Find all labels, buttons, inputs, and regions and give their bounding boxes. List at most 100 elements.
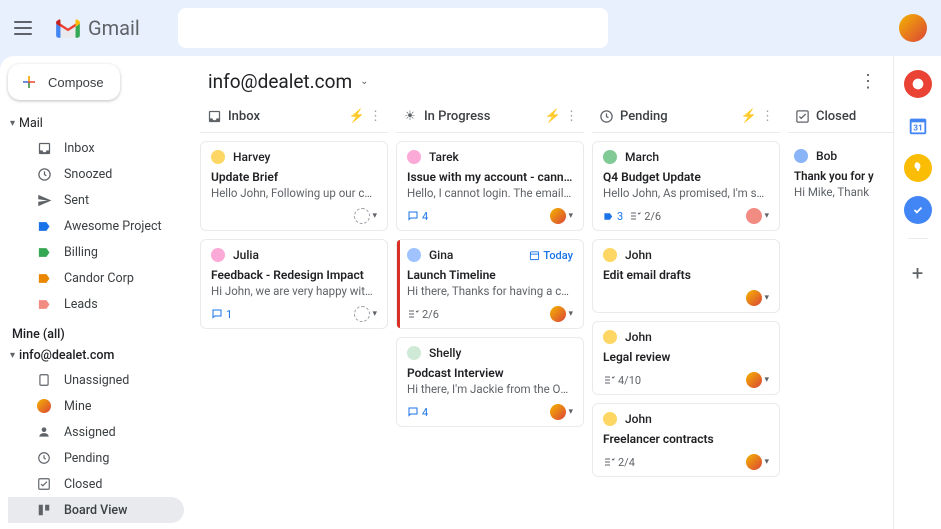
more-icon[interactable]: ⋮ bbox=[565, 109, 578, 124]
board-columns: Inbox ⚡ ⋮ Harvey Update Brief bbox=[192, 101, 893, 529]
card-john-freelancer[interactable]: John Freelancer contracts 2/4 ▾ bbox=[592, 403, 780, 477]
sender-avatar bbox=[407, 150, 421, 164]
column-closed: Closed Bob Thank you for y Hi Mike, Than… bbox=[788, 101, 893, 529]
gmail-logo-icon bbox=[54, 17, 82, 39]
user-icon bbox=[36, 424, 52, 440]
sender-avatar bbox=[407, 248, 421, 262]
card-john-legal[interactable]: John Legal review 4/10 ▾ bbox=[592, 321, 780, 395]
compose-button[interactable]: Compose bbox=[8, 64, 120, 100]
inbox-icon bbox=[36, 140, 52, 156]
chevron-down-icon[interactable]: ⌄ bbox=[360, 76, 368, 87]
check-icon bbox=[36, 476, 52, 492]
lightning-icon[interactable]: ⚡ bbox=[545, 109, 561, 124]
column-pending: Pending ⚡ ⋮ March Q4 Budget Update bbox=[592, 101, 780, 529]
label-icon bbox=[36, 218, 52, 234]
nav-item-snoozed[interactable]: Snoozed bbox=[8, 161, 184, 187]
nav-item-unassigned[interactable]: Unassigned bbox=[8, 367, 184, 393]
more-icon[interactable]: ⋮ bbox=[761, 109, 774, 124]
label-icon bbox=[36, 270, 52, 286]
card-gina[interactable]: Gina Today Launch Timeline Hi there, Tha… bbox=[396, 239, 584, 329]
card-shelly[interactable]: Shelly Podcast Interview Hi there, I'm J… bbox=[396, 337, 584, 427]
account-avatar[interactable] bbox=[899, 14, 927, 42]
caret-down-icon: ▾ bbox=[10, 118, 15, 129]
sender-avatar bbox=[603, 330, 617, 344]
comment-count[interactable]: 4 bbox=[407, 210, 428, 223]
tasks-icon[interactable] bbox=[904, 196, 932, 224]
document-icon bbox=[36, 372, 52, 388]
nav-item-sent[interactable]: Sent bbox=[8, 187, 184, 213]
lightning-icon[interactable]: ⚡ bbox=[349, 109, 365, 124]
right-rail: 31 + bbox=[893, 56, 941, 529]
menu-icon[interactable] bbox=[14, 16, 38, 40]
card-march[interactable]: March Q4 Budget Update Hello John, As pr… bbox=[592, 141, 780, 231]
svg-text:31: 31 bbox=[913, 124, 922, 134]
nav-section-mail[interactable]: ▾ Mail bbox=[8, 116, 184, 131]
rail-app-1[interactable] bbox=[904, 70, 932, 98]
more-icon[interactable]: ⋮ bbox=[369, 109, 382, 124]
assignee-avatar[interactable] bbox=[746, 372, 762, 388]
assign-button[interactable] bbox=[354, 208, 370, 224]
nav-item-assigned[interactable]: Assigned bbox=[8, 419, 184, 445]
label-icon bbox=[36, 244, 52, 260]
assign-button[interactable] bbox=[354, 306, 370, 322]
card-bob[interactable]: Bob Thank you for y Hi Mike, Thank bbox=[788, 141, 893, 205]
today-badge: Today bbox=[529, 249, 573, 262]
left-navigation: Compose ▾ Mail Inbox Snoozed bbox=[0, 56, 192, 529]
check-icon bbox=[794, 109, 810, 125]
nav-item-closed[interactable]: Closed bbox=[8, 471, 184, 497]
calendar-icon[interactable]: 31 bbox=[904, 112, 932, 140]
inbox-icon bbox=[206, 109, 222, 125]
board-title: info@dealet.com bbox=[208, 70, 352, 93]
sender-avatar bbox=[407, 346, 421, 360]
gmail-logo[interactable]: Gmail bbox=[54, 16, 140, 40]
task-count[interactable]: 2/6 bbox=[629, 210, 661, 223]
lightning-icon[interactable]: ⚡ bbox=[741, 109, 757, 124]
card-harvey[interactable]: Harvey Update Brief Hello John, Followin… bbox=[200, 141, 388, 231]
sender-avatar bbox=[603, 248, 617, 262]
sender-avatar bbox=[211, 150, 225, 164]
assignee-avatar[interactable] bbox=[746, 208, 762, 224]
assignee-avatar[interactable] bbox=[550, 208, 566, 224]
app-name: Gmail bbox=[88, 16, 140, 40]
nav-item-inbox[interactable]: Inbox bbox=[8, 135, 184, 161]
nav-item-pending[interactable]: Pending bbox=[8, 445, 184, 471]
card-john-drafts[interactable]: John Edit email drafts ▾ bbox=[592, 239, 780, 313]
task-count[interactable]: 2/6 bbox=[407, 308, 439, 321]
more-icon[interactable]: ⋮ bbox=[859, 71, 877, 92]
comment-count[interactable]: 1 bbox=[211, 308, 232, 321]
assignee-avatar[interactable] bbox=[550, 404, 566, 420]
nav-section-account[interactable]: ▾ info@dealet.com bbox=[8, 348, 184, 363]
sun-icon: ☀ bbox=[402, 109, 418, 125]
caret-down-icon: ▾ bbox=[10, 350, 15, 361]
column-inbox: Inbox ⚡ ⋮ Harvey Update Brief bbox=[200, 101, 388, 529]
sender-avatar bbox=[794, 149, 808, 163]
assignee-avatar[interactable] bbox=[550, 306, 566, 322]
clock-icon bbox=[36, 450, 52, 466]
card-julia[interactable]: Julia Feedback - Redesign Impact Hi John… bbox=[200, 239, 388, 329]
mine-all-heading[interactable]: Mine (all) bbox=[8, 327, 184, 342]
top-bar: Gmail bbox=[0, 0, 941, 56]
add-app-button[interactable]: + bbox=[912, 261, 923, 285]
nav-item-board-view[interactable]: Board View bbox=[8, 497, 184, 523]
task-count[interactable]: 2/4 bbox=[603, 456, 635, 469]
task-count[interactable]: 4/10 bbox=[603, 374, 641, 387]
tag-count[interactable]: 3 bbox=[603, 210, 623, 223]
sender-avatar bbox=[211, 248, 225, 262]
board-header: info@dealet.com ⌄ ⋮ bbox=[192, 56, 893, 101]
card-tarek[interactable]: Tarek Issue with my account - cannot log… bbox=[396, 141, 584, 231]
nav-item-leads[interactable]: Leads bbox=[8, 291, 184, 317]
board-icon bbox=[36, 502, 52, 518]
clock-icon bbox=[36, 166, 52, 182]
nav-item-awesome-project[interactable]: Awesome Project bbox=[8, 213, 184, 239]
column-in-progress: ☀ In Progress ⚡ ⋮ Tarek bbox=[396, 101, 584, 529]
sender-avatar bbox=[603, 150, 617, 164]
search-input[interactable] bbox=[178, 8, 608, 48]
assignee-avatar[interactable] bbox=[746, 290, 762, 306]
assignee-avatar[interactable] bbox=[746, 454, 762, 470]
nav-item-candor-corp[interactable]: Candor Corp bbox=[8, 265, 184, 291]
keep-icon[interactable] bbox=[904, 154, 932, 182]
nav-item-mine[interactable]: Mine bbox=[8, 393, 184, 419]
avatar-icon bbox=[36, 398, 52, 414]
comment-count[interactable]: 4 bbox=[407, 406, 428, 419]
nav-item-billing[interactable]: Billing bbox=[8, 239, 184, 265]
